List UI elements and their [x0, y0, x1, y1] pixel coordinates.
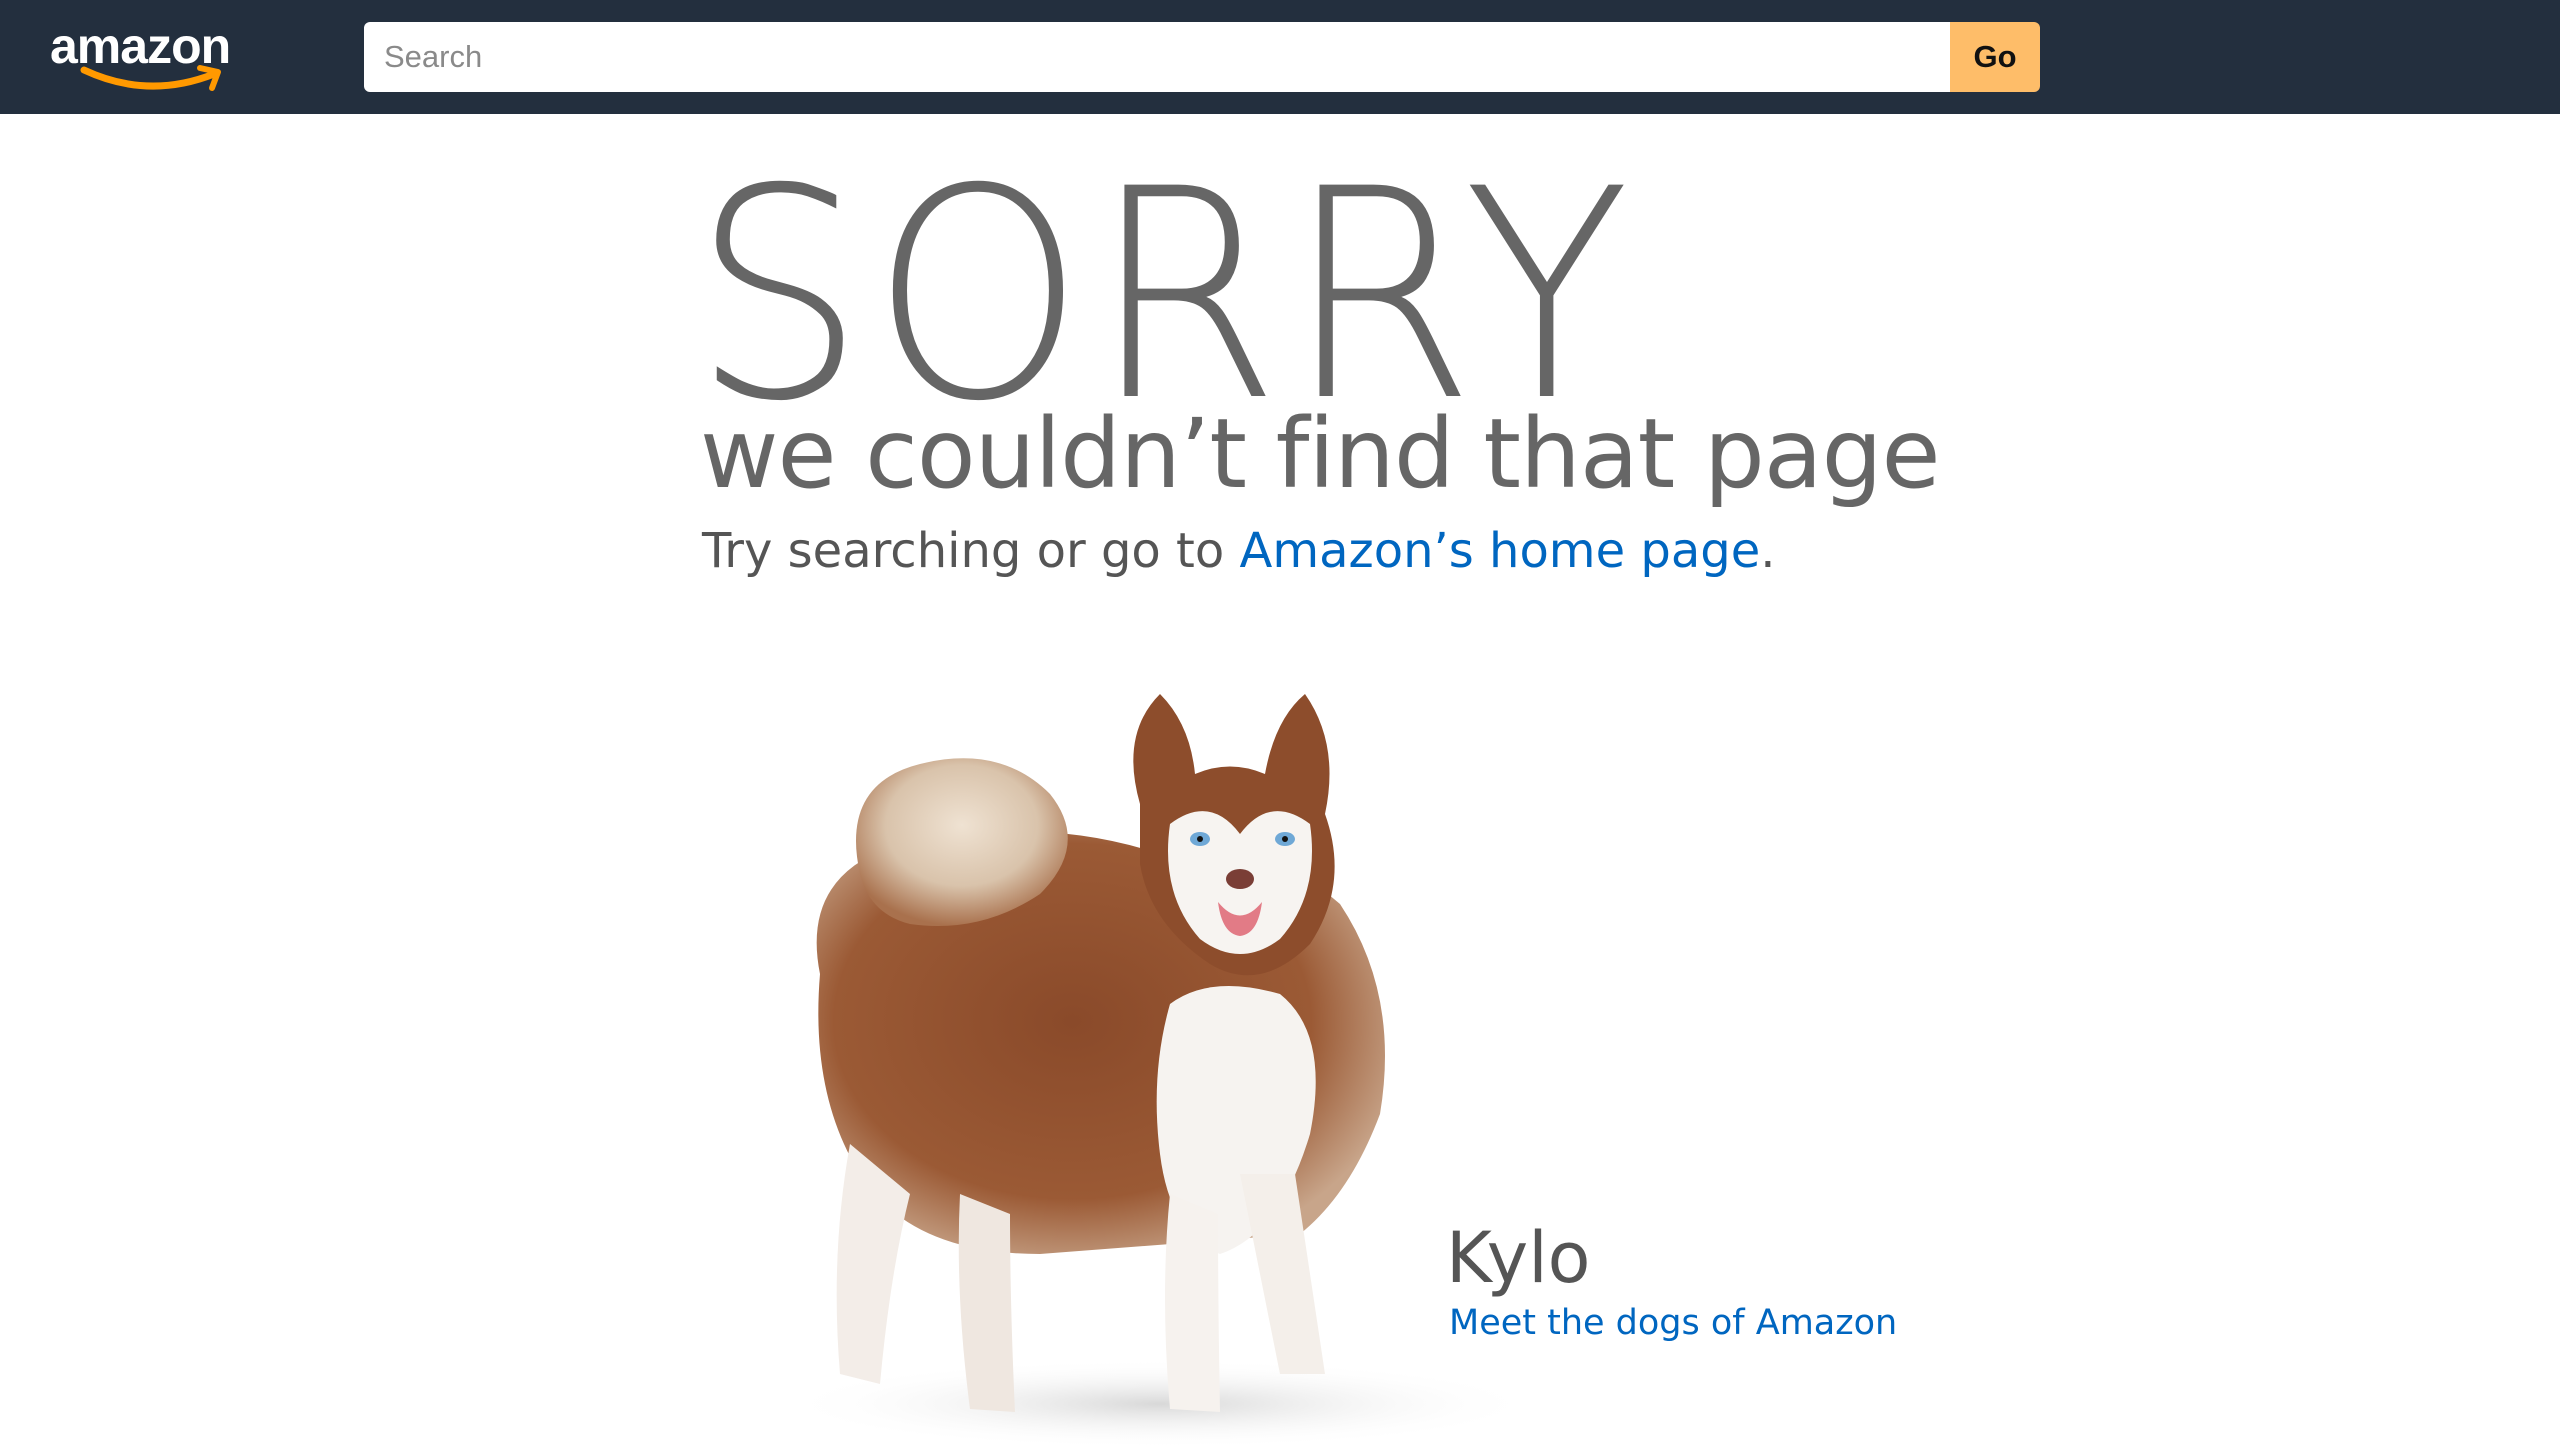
- meet-dogs-link[interactable]: Meet the dogs of Amazon: [1449, 1300, 1897, 1346]
- error-help-text: Try searching or go to Amazon’s home pag…: [702, 516, 1776, 586]
- help-text-suffix: .: [1760, 523, 1776, 579]
- help-text-prefix: Try searching or go to: [702, 523, 1240, 579]
- amazon-smile-icon: [80, 65, 221, 91]
- error-content: SORRY we couldn’t find that page Try sea…: [692, 114, 1941, 1449]
- go-button[interactable]: Go: [1950, 22, 2040, 92]
- search-input[interactable]: [364, 22, 1950, 92]
- husky-dog-image: [780, 694, 1540, 1449]
- home-page-link[interactable]: Amazon’s home page: [1240, 523, 1761, 579]
- search-bar: Go: [364, 22, 2040, 92]
- top-navigation-bar: amazon Go: [0, 0, 2560, 114]
- amazon-logo[interactable]: amazon: [50, 16, 260, 92]
- dog-name: Kylo: [1446, 1217, 1591, 1299]
- error-subtitle: we couldn’t find that page: [700, 398, 1941, 510]
